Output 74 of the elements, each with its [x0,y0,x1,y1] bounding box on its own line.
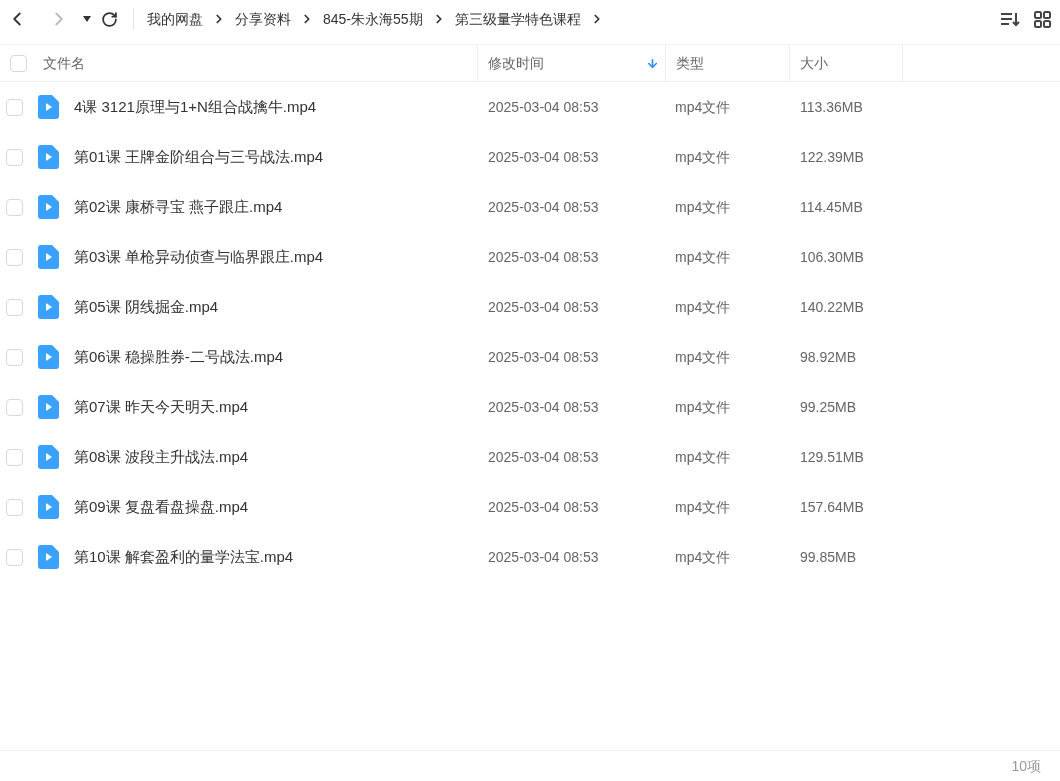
video-file-icon [38,545,59,569]
modified-time: 2025-03-04 08:53 [487,297,600,317]
file-type: mp4文件 [674,247,732,267]
checkbox[interactable] [6,448,23,466]
file-name[interactable]: 4课 3121原理与1+N组合战擒牛.mp4 [74,95,317,119]
checkbox[interactable] [6,148,23,166]
column-header[interactable]: 修改时间 [478,45,666,81]
file-size: 98.92MB [799,347,858,367]
breadcrumb-item[interactable]: 我的网盘 [147,8,203,30]
modified-time: 2025-03-04 08:53 [487,147,600,167]
modified-time: 2025-03-04 08:53 [487,347,600,367]
breadcrumb-item[interactable]: 845-朱永海55期 [323,8,423,30]
video-file-icon [38,345,59,369]
file-size: 99.85MB [799,547,858,567]
modified-time: 2025-03-04 08:53 [487,397,600,417]
video-file-icon [38,145,59,169]
file-size: 114.45MB [799,197,864,217]
modified-time: 2025-03-04 08:53 [487,197,600,217]
file-size: 99.25MB [799,397,858,417]
file-size: 122.39MB [799,147,865,167]
file-type: mp4文件 [674,497,732,517]
sort-icon[interactable] [1000,11,1020,27]
file-type: mp4文件 [674,347,732,367]
breadcrumb-item[interactable]: 第三级量学特色课程 [454,8,581,30]
file-size: 113.36MB [799,97,864,117]
modified-time: 2025-03-04 08:53 [487,547,600,567]
video-file-icon [38,295,59,319]
refresh-icon[interactable] [101,10,118,28]
file-size: 157.64MB [799,497,865,517]
file-name[interactable]: 第09课 复盘看盘操盘.mp4 [74,495,249,519]
video-file-icon [38,395,59,419]
file-type: mp4文件 [674,397,732,417]
video-file-icon [38,195,59,219]
modified-time: 2025-03-04 08:53 [487,497,600,517]
video-file-icon [38,445,59,469]
modified-time: 2025-03-04 08:53 [487,247,600,267]
checkbox[interactable] [6,198,23,216]
video-file-icon [38,245,59,269]
file-type: mp4文件 [674,547,732,567]
checkbox[interactable] [10,54,27,72]
modified-time: 2025-03-04 08:53 [487,447,600,467]
file-name[interactable]: 第05课 阴线掘金.mp4 [74,295,219,319]
column-header[interactable]: 大小 [790,45,903,81]
checkbox[interactable] [6,398,23,416]
file-name[interactable]: 第10课 解套盈利的量学法宝.mp4 [74,545,294,569]
file-name[interactable]: 第06课 稳操胜券-二号战法.mp4 [74,345,284,369]
item-count: 10项 [1011,756,1041,776]
file-type: mp4文件 [674,97,732,117]
grid-view-icon[interactable] [1034,10,1051,28]
column-header[interactable]: 类型 [666,45,790,81]
video-file-icon [38,495,59,519]
file-type: mp4文件 [674,447,732,467]
dropdown-icon[interactable] [83,16,91,22]
video-file-icon [38,95,59,119]
checkbox[interactable] [6,498,23,516]
checkbox[interactable] [6,348,23,366]
file-size: 140.22MB [799,297,865,317]
file-name[interactable]: 第08课 波段主升战法.mp4 [74,445,249,469]
checkbox[interactable] [6,98,23,116]
file-type: mp4文件 [674,147,732,167]
checkbox[interactable] [6,548,23,566]
file-size: 106.30MB [799,247,865,267]
file-type: mp4文件 [674,297,732,317]
breadcrumb-item[interactable]: 分享资料 [235,8,291,30]
file-name[interactable]: 第07课 昨天今天明天.mp4 [74,395,249,419]
file-name[interactable]: 第03课 单枪异动侦查与临界跟庄.mp4 [74,245,324,269]
modified-time: 2025-03-04 08:53 [487,97,600,117]
file-size: 129.51MB [799,447,865,467]
checkbox[interactable] [6,248,23,266]
file-name[interactable]: 第02课 康桥寻宝 燕子跟庄.mp4 [74,195,283,219]
file-name[interactable]: 第01课 王牌金阶组合与三号战法.mp4 [74,145,324,169]
column-header[interactable]: 文件名 [0,45,478,81]
file-type: mp4文件 [674,197,732,217]
checkbox[interactable] [6,298,23,316]
